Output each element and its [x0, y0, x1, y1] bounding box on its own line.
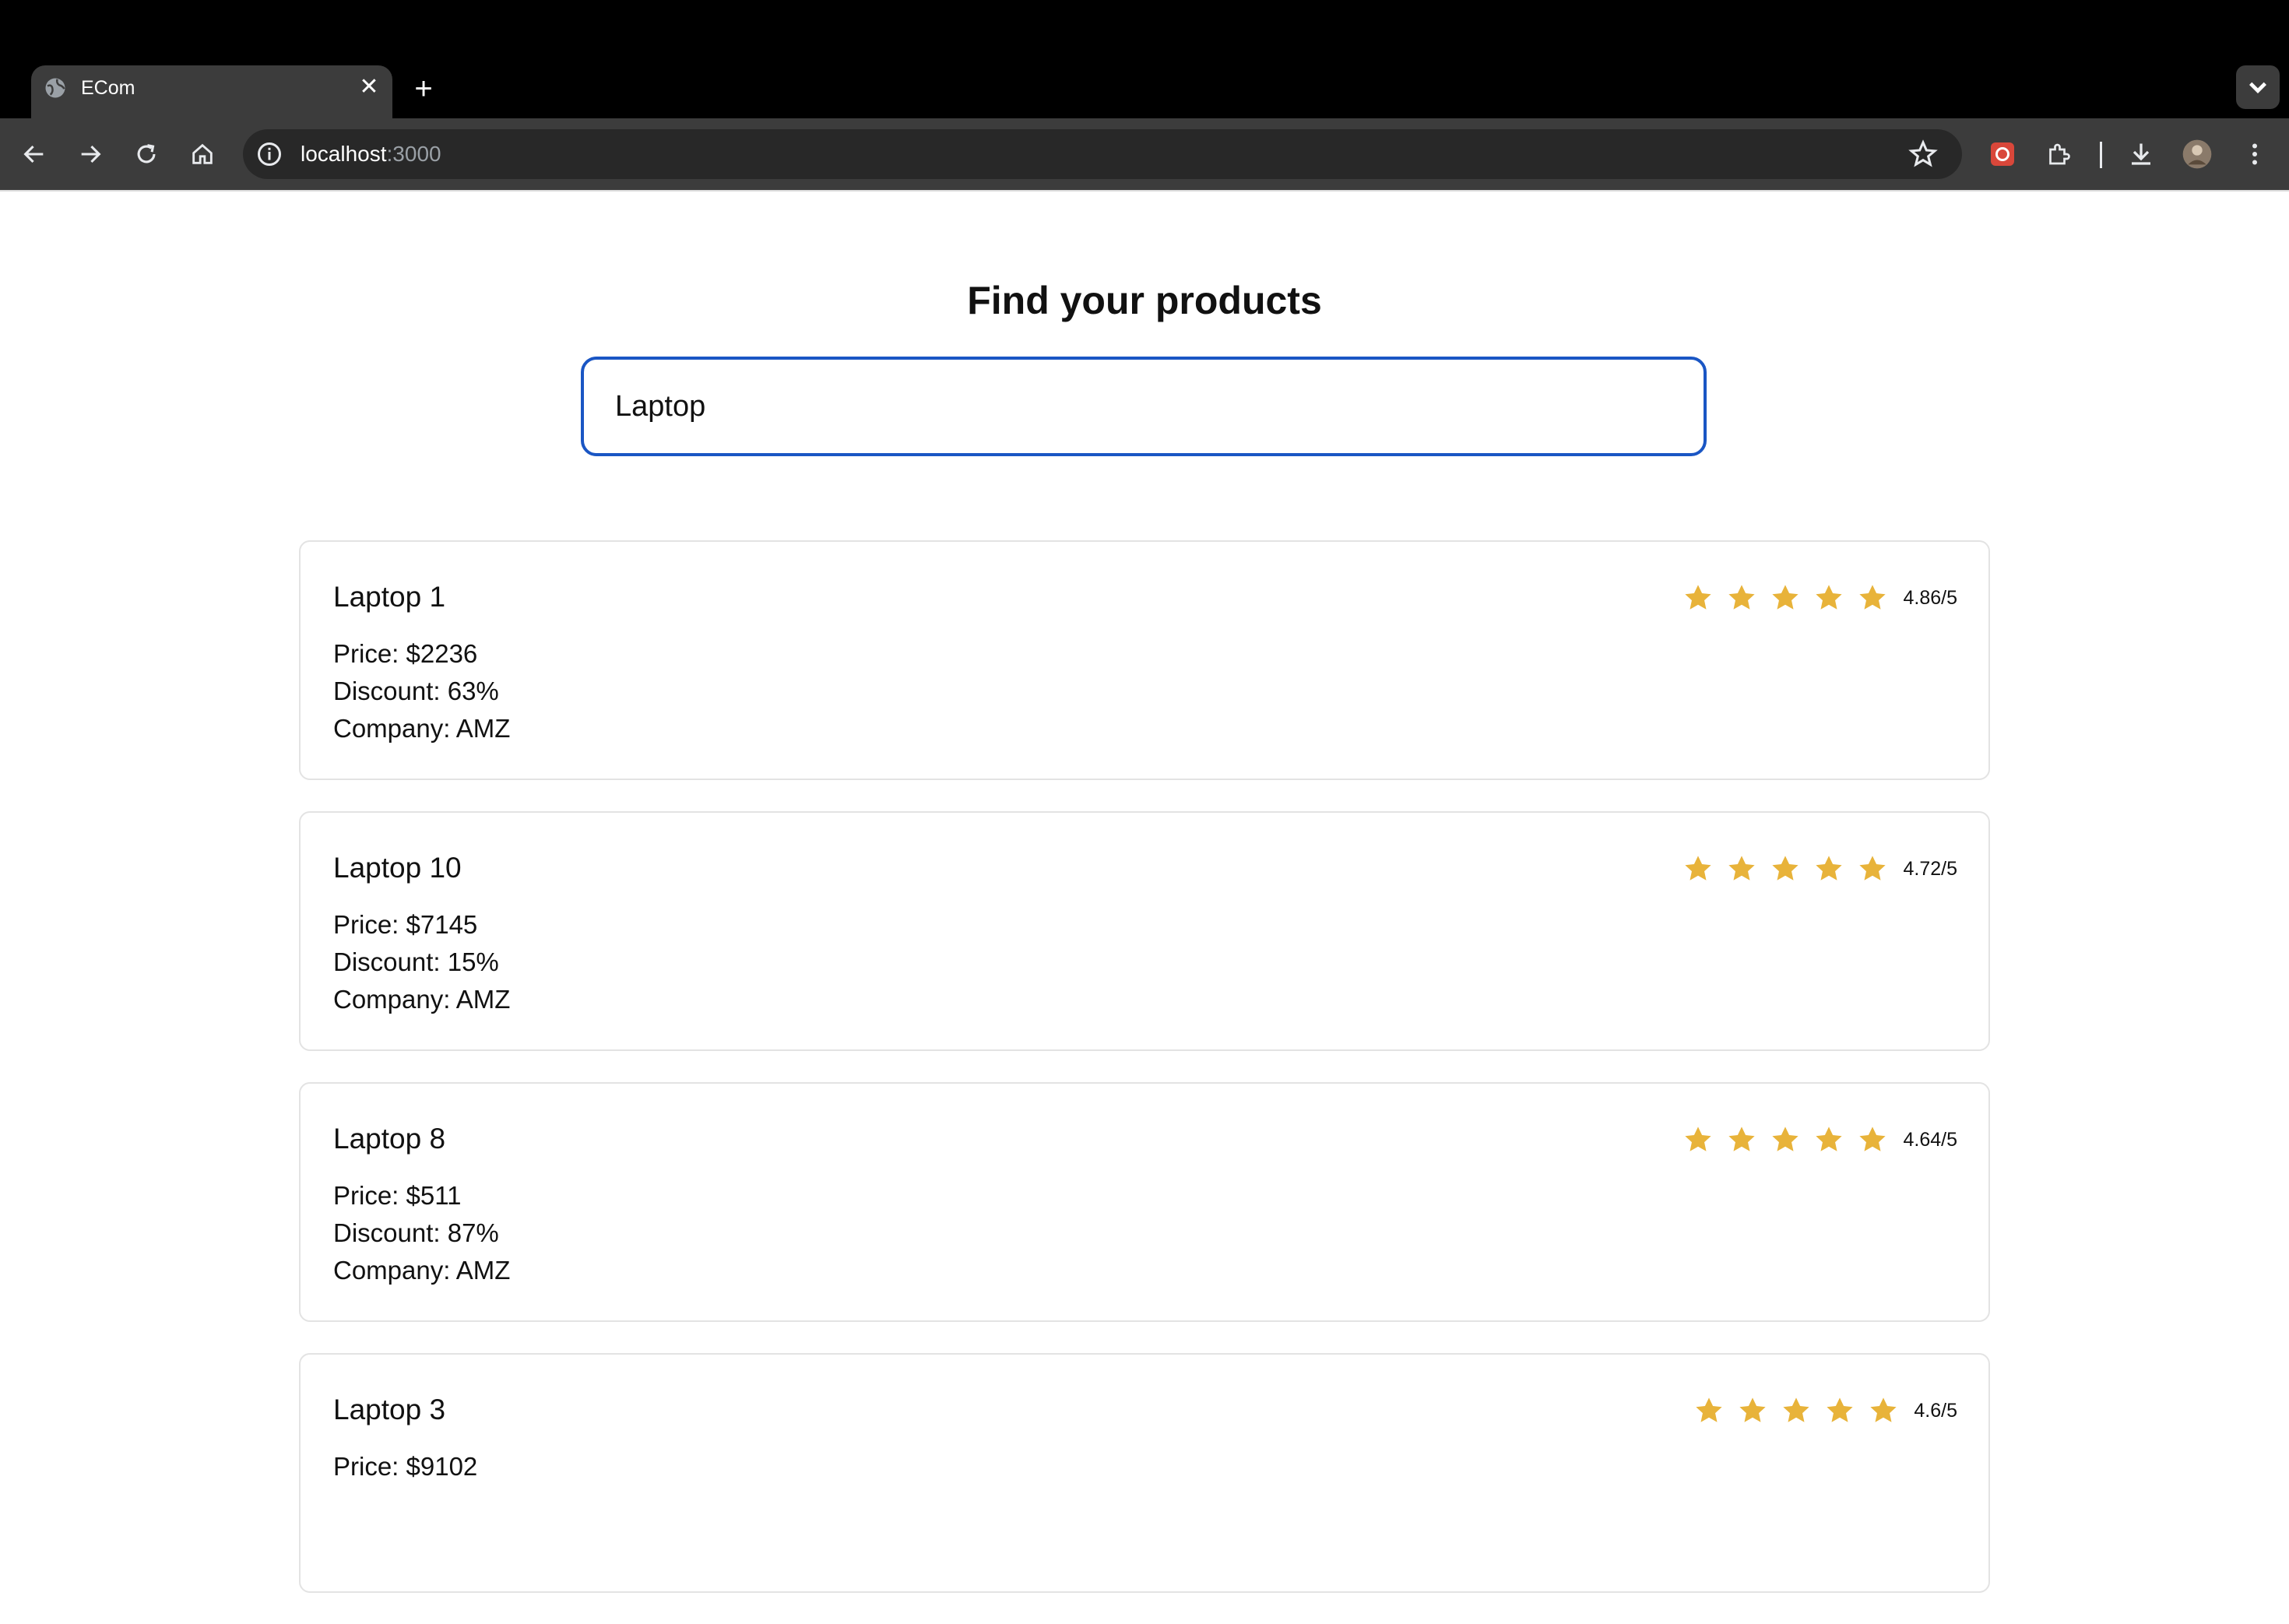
- star-icon: [1685, 1127, 1712, 1151]
- star-icon: [1739, 1397, 1767, 1422]
- more-vertical-icon: [2252, 143, 2257, 165]
- star-icon: [1685, 856, 1712, 881]
- product-name: Laptop 8: [333, 1123, 446, 1155]
- back-button[interactable]: [14, 134, 54, 174]
- bookmark-star-icon[interactable]: [1908, 139, 1939, 170]
- profile-button[interactable]: [2177, 134, 2217, 174]
- star-icon: [1783, 1397, 1810, 1422]
- downloads-button[interactable]: [2121, 134, 2161, 174]
- star-icon: [1685, 585, 1712, 610]
- product-price: Price: $7145: [333, 910, 478, 939]
- star-icon: [1859, 1127, 1886, 1151]
- browser-toolbar: localhost:3000: [0, 118, 2289, 190]
- url-port: :3000: [386, 142, 441, 166]
- product-discount: Discount: 63%: [333, 677, 499, 705]
- avatar: [2182, 139, 2212, 169]
- rating-stars: [1682, 582, 1889, 614]
- extensions-menu-button[interactable]: [2038, 134, 2079, 174]
- url-text: localhost:3000: [301, 142, 441, 167]
- star-icon: [1827, 1397, 1854, 1422]
- rating-value: 4.64/5: [1903, 1128, 1957, 1151]
- extension-logo-icon: [1991, 142, 2014, 166]
- product-rating: 4.6/5: [1693, 1394, 1957, 1428]
- product-price: Price: $511: [333, 1181, 462, 1210]
- search-input[interactable]: [581, 357, 1707, 456]
- tab-search-button[interactable]: [2236, 65, 2280, 109]
- back-arrow-icon: [23, 145, 44, 163]
- star-icon: [1728, 856, 1756, 881]
- product-name: Laptop 10: [333, 852, 462, 884]
- forward-button[interactable]: [70, 134, 111, 174]
- new-tab-button[interactable]: +: [405, 72, 442, 109]
- rating-stars: [1682, 1123, 1889, 1156]
- product-name: Laptop 3: [333, 1394, 446, 1425]
- star-icon: [1816, 585, 1843, 610]
- product-card[interactable]: Laptop 1 Price: $2236 Discount: 63% Comp…: [299, 540, 1990, 780]
- chevron-down-icon: [2249, 82, 2266, 93]
- content-divider: [0, 190, 2289, 192]
- product-price: Price: $2236: [333, 639, 478, 668]
- star-icon: [1816, 1127, 1843, 1151]
- extension-button[interactable]: [1982, 134, 2023, 174]
- browser-menu-button[interactable]: [2234, 134, 2275, 174]
- product-discount: Discount: 87%: [333, 1218, 499, 1247]
- url-host: localhost: [301, 142, 387, 166]
- product-name: Laptop 1: [333, 581, 446, 613]
- address-bar[interactable]: localhost:3000: [243, 129, 1962, 179]
- star-icon: [1728, 585, 1756, 610]
- rating-stars: [1693, 1394, 1900, 1427]
- star-icon: [1772, 1127, 1799, 1151]
- product-list: Laptop 1 Price: $2236 Discount: 63% Comp…: [299, 540, 1990, 1624]
- tab-title: ECom: [81, 77, 135, 99]
- tab-strip: ECom ✕ +: [0, 0, 2289, 121]
- home-icon: [192, 143, 213, 164]
- browser-tab[interactable]: ECom ✕: [31, 65, 392, 121]
- star-icon: [1859, 585, 1886, 610]
- site-info-icon[interactable]: [255, 140, 283, 168]
- product-company: Company: AMZ: [333, 1256, 511, 1285]
- rating-value: 4.72/5: [1903, 857, 1957, 880]
- globe-icon: [45, 78, 65, 98]
- toolbar-divider: [2100, 142, 2102, 168]
- star-icon: [1816, 856, 1843, 881]
- star-icon: [1728, 1127, 1756, 1151]
- product-company: Company: AMZ: [333, 985, 511, 1014]
- reload-icon: [137, 144, 156, 163]
- close-tab-icon[interactable]: ✕: [355, 73, 383, 101]
- star-icon: [1772, 585, 1799, 610]
- product-discount: Discount: 15%: [333, 947, 499, 976]
- download-icon: [2132, 143, 2150, 165]
- product-rating: 4.72/5: [1682, 852, 1957, 886]
- reload-button[interactable]: [126, 134, 167, 174]
- product-card[interactable]: Laptop 8 Price: $511 Discount: 87% Compa…: [299, 1082, 1990, 1322]
- product-card[interactable]: Laptop 3 Price: $9102 4.6/5: [299, 1353, 1990, 1593]
- product-rating: 4.86/5: [1682, 581, 1957, 615]
- star-icon: [1772, 856, 1799, 881]
- forward-arrow-icon: [81, 145, 101, 163]
- product-card[interactable]: Laptop 10 Price: $7145 Discount: 15% Com…: [299, 811, 1990, 1051]
- home-button[interactable]: [182, 134, 223, 174]
- product-rating: 4.64/5: [1682, 1123, 1957, 1157]
- rating-value: 4.6/5: [1914, 1399, 1957, 1422]
- star-icon: [1859, 856, 1886, 881]
- star-icon: [1870, 1397, 1897, 1422]
- product-price: Price: $9102: [333, 1452, 478, 1481]
- product-company: Company: AMZ: [333, 714, 511, 743]
- puzzle-icon: [2049, 143, 2070, 165]
- star-icon: [1696, 1397, 1723, 1422]
- rating-stars: [1682, 852, 1889, 885]
- page-title: Find your products: [967, 279, 1322, 322]
- rating-value: 4.86/5: [1903, 586, 1957, 609]
